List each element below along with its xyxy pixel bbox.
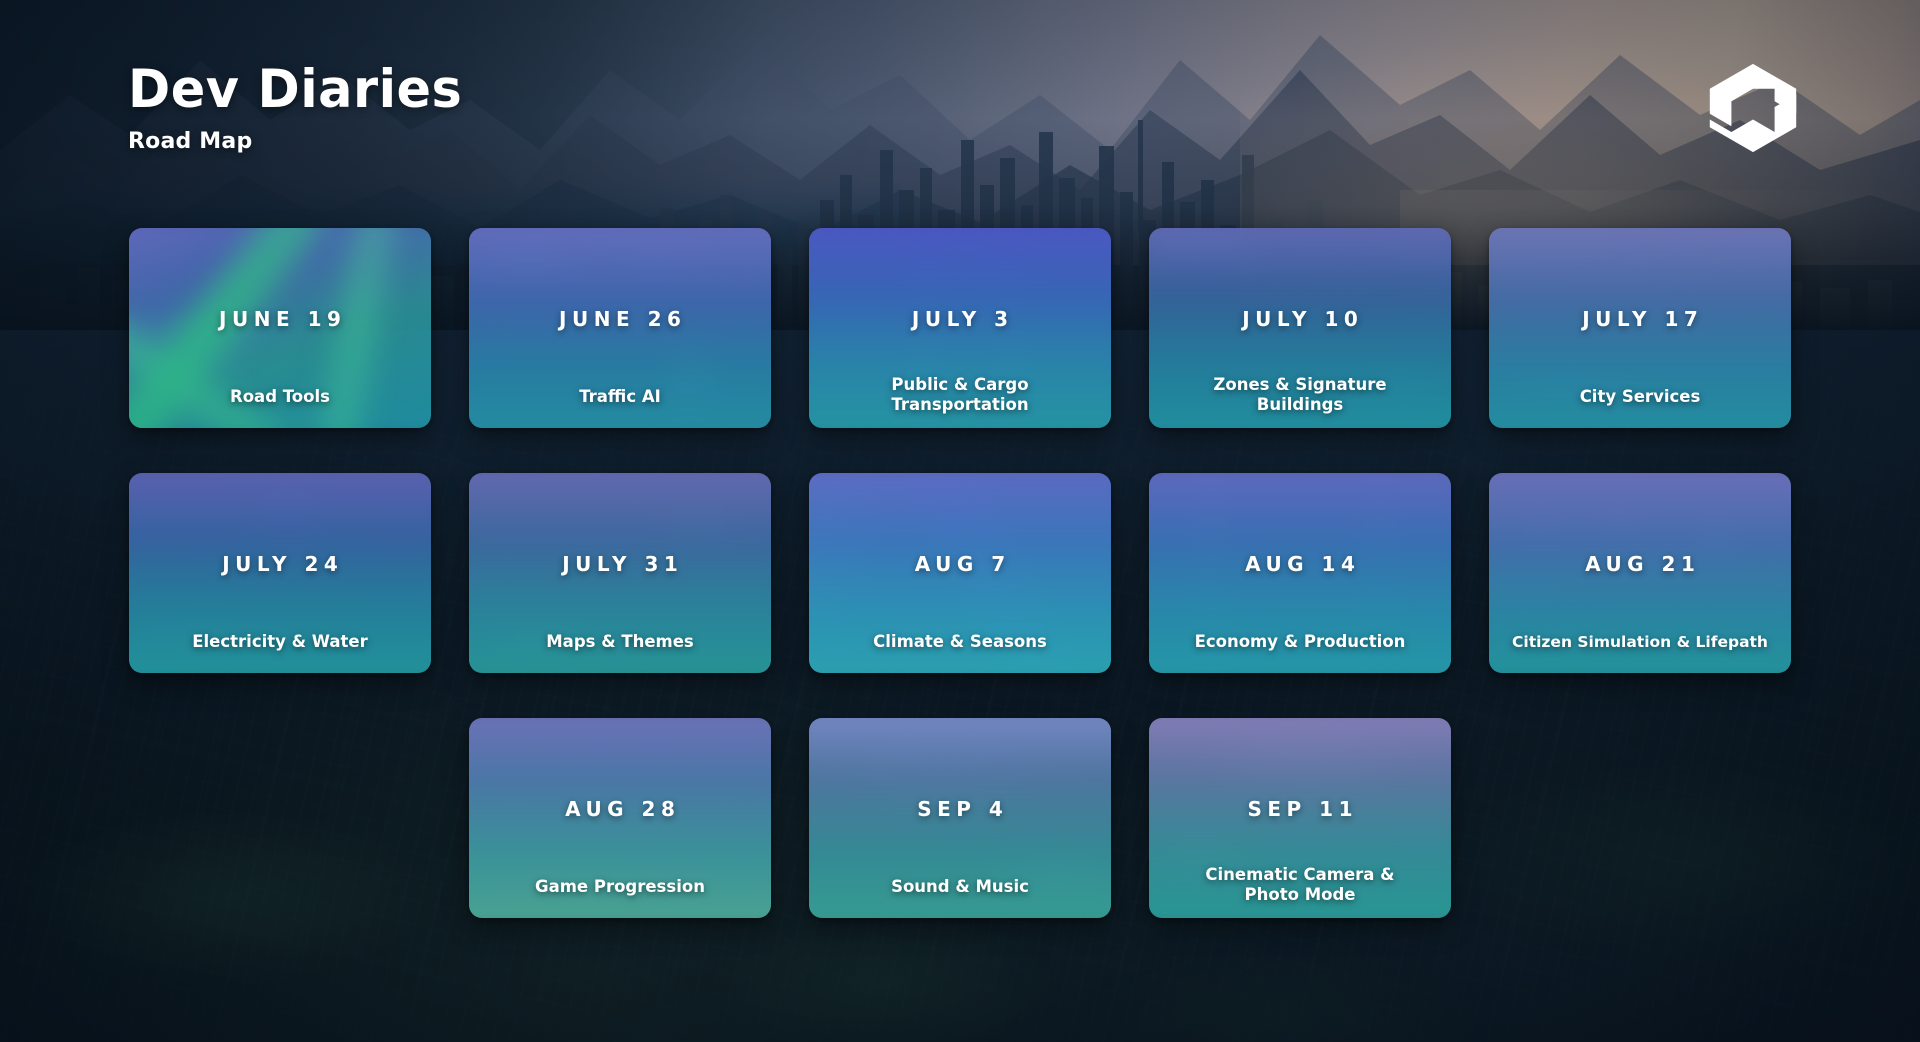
card-content: JULY 10 Zones & Signature Buildings bbox=[1149, 228, 1451, 428]
card-title: Traffic AI bbox=[579, 386, 661, 406]
card-content: SEP 4 Sound & Music bbox=[809, 718, 1111, 918]
roadmap-card-july-31[interactable]: JULY 31 Maps & Themes bbox=[469, 473, 771, 673]
card-title: Sound & Music bbox=[891, 876, 1029, 896]
card-title: Citizen Simulation & Lifepath bbox=[1512, 632, 1768, 651]
card-date: SEP 4 bbox=[917, 797, 1009, 821]
card-content: AUG 14 Economy & Production bbox=[1149, 473, 1451, 673]
card-content: JUNE 26 Traffic AI bbox=[469, 228, 771, 428]
page-title: Dev Diaries bbox=[128, 59, 463, 120]
card-date: AUG 28 bbox=[565, 797, 681, 821]
roadmap-card-aug-7[interactable]: AUG 7 Climate & Seasons bbox=[809, 473, 1111, 673]
roadmap-grid: JUNE 19 Road Tools JUNE 26 Traffic AI JU… bbox=[0, 228, 1920, 918]
card-content: JULY 24 Electricity & Water bbox=[129, 473, 431, 673]
card-date: AUG 7 bbox=[914, 552, 1011, 576]
roadmap-card-july-24[interactable]: JULY 24 Electricity & Water bbox=[129, 473, 431, 673]
card-content: JUNE 19 Road Tools bbox=[129, 228, 431, 428]
card-title: Climate & Seasons bbox=[873, 631, 1047, 651]
card-date: AUG 14 bbox=[1245, 552, 1361, 576]
roadmap-card-sep-11[interactable]: SEP 11 Cinematic Camera & Photo Mode bbox=[1149, 718, 1451, 918]
card-date: AUG 21 bbox=[1585, 552, 1701, 576]
card-title: Zones & Signature Buildings bbox=[1213, 375, 1387, 414]
roadmap-card-july-3[interactable]: JULY 3 Public & Cargo Transportation bbox=[809, 228, 1111, 428]
card-date: JULY 24 bbox=[222, 552, 344, 576]
card-content: SEP 11 Cinematic Camera & Photo Mode bbox=[1149, 718, 1451, 918]
card-content: AUG 21 Citizen Simulation & Lifepath bbox=[1489, 473, 1791, 673]
card-title: Cinematic Camera & Photo Mode bbox=[1205, 865, 1395, 904]
card-date: JUNE 19 bbox=[219, 307, 347, 331]
roadmap-card-july-10[interactable]: JULY 10 Zones & Signature Buildings bbox=[1149, 228, 1451, 428]
card-date: JULY 31 bbox=[562, 552, 684, 576]
roadmap-row: AUG 28 Game Progression SEP 4 Sound & Mu… bbox=[469, 718, 1451, 918]
card-date: JULY 17 bbox=[1582, 307, 1704, 331]
page-header: Dev Diaries Road Map bbox=[128, 62, 476, 154]
card-title: City Services bbox=[1579, 386, 1701, 406]
roadmap-card-june-19[interactable]: JUNE 19 Road Tools bbox=[129, 228, 431, 428]
card-date: SEP 11 bbox=[1247, 797, 1359, 821]
roadmap-card-sep-4[interactable]: SEP 4 Sound & Music bbox=[809, 718, 1111, 918]
card-title: Public & Cargo Transportation bbox=[891, 375, 1029, 414]
card-date: JULY 10 bbox=[1242, 307, 1364, 331]
card-title: Game Progression bbox=[535, 876, 705, 896]
roadmap-card-july-17[interactable]: JULY 17 City Services bbox=[1489, 228, 1791, 428]
card-title: Maps & Themes bbox=[546, 631, 694, 651]
card-title: Electricity & Water bbox=[192, 631, 368, 651]
card-content: JULY 31 Maps & Themes bbox=[469, 473, 771, 673]
dev-diaries-roadmap-page: Dev Diaries Road Map JUNE 19 Road Tools bbox=[0, 0, 1920, 1042]
card-title: Economy & Production bbox=[1194, 631, 1406, 651]
page-subtitle: Road Map bbox=[128, 128, 253, 154]
card-date: JULY 3 bbox=[911, 307, 1014, 331]
roadmap-row: JUNE 19 Road Tools JUNE 26 Traffic AI JU… bbox=[129, 228, 1791, 428]
roadmap-card-june-26[interactable]: JUNE 26 Traffic AI bbox=[469, 228, 771, 428]
roadmap-card-aug-14[interactable]: AUG 14 Economy & Production bbox=[1149, 473, 1451, 673]
card-content: JULY 17 City Services bbox=[1489, 228, 1791, 428]
card-title: Road Tools bbox=[230, 386, 330, 406]
roadmap-card-aug-21[interactable]: AUG 21 Citizen Simulation & Lifepath bbox=[1489, 473, 1791, 673]
roadmap-card-aug-28[interactable]: AUG 28 Game Progression bbox=[469, 718, 771, 918]
card-content: JULY 3 Public & Cargo Transportation bbox=[809, 228, 1111, 428]
card-date: JUNE 26 bbox=[559, 307, 687, 331]
card-content: AUG 7 Climate & Seasons bbox=[809, 473, 1111, 673]
roadmap-row: JULY 24 Electricity & Water JULY 31 Maps… bbox=[129, 473, 1791, 673]
card-content: AUG 28 Game Progression bbox=[469, 718, 771, 918]
colossal-order-hex-logo-icon bbox=[1709, 63, 1797, 153]
